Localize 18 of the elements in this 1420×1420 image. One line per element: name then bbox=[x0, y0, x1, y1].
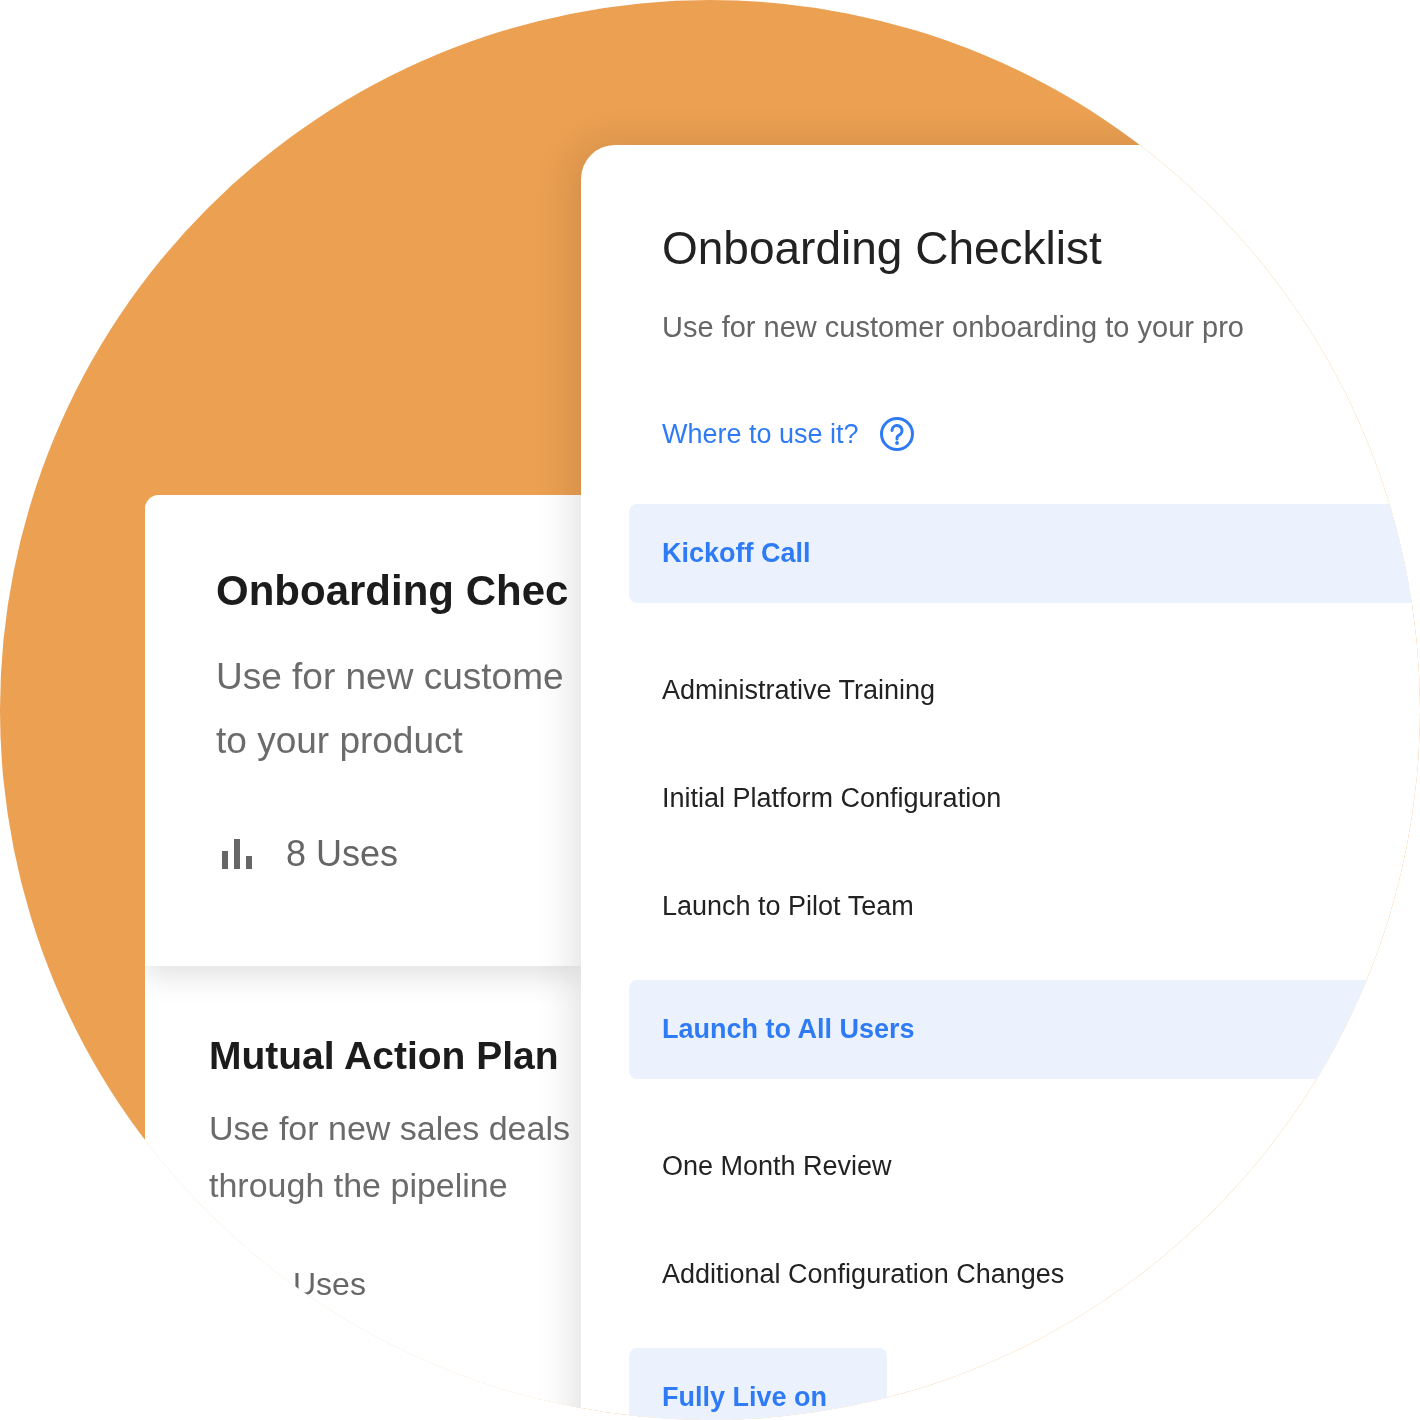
bar-chart-icon bbox=[222, 839, 254, 869]
card-description: through the pipeline bbox=[209, 1165, 509, 1206]
card-title: Mutual Action Plan bbox=[209, 1034, 560, 1078]
task-item[interactable]: Additional Configuration Changes bbox=[629, 1220, 1420, 1328]
panel-description: Use for new customer onboarding to your pro bbox=[662, 311, 1245, 344]
section-header[interactable]: Fully Live on bbox=[629, 1348, 888, 1420]
card-description: to your product bbox=[216, 719, 464, 763]
task-item[interactable]: Administrative Training bbox=[629, 636, 1420, 744]
card-description: Use for new sales deals bbox=[209, 1108, 571, 1149]
uses-count: 8 Uses bbox=[286, 833, 399, 875]
task-item[interactable]: Launch to Pilot Team bbox=[629, 852, 1420, 960]
help-icon[interactable] bbox=[878, 416, 915, 452]
task-item[interactable]: One Month Review bbox=[629, 1112, 1420, 1220]
task-item[interactable]: Initial Platform Configuration bbox=[629, 744, 1420, 852]
help-link[interactable]: Where to use it? bbox=[662, 418, 859, 450]
panel-title: Onboarding Checklist bbox=[662, 221, 1103, 275]
card-title: Onboarding Chec bbox=[216, 567, 570, 615]
card-description: Use for new custome bbox=[216, 655, 565, 699]
